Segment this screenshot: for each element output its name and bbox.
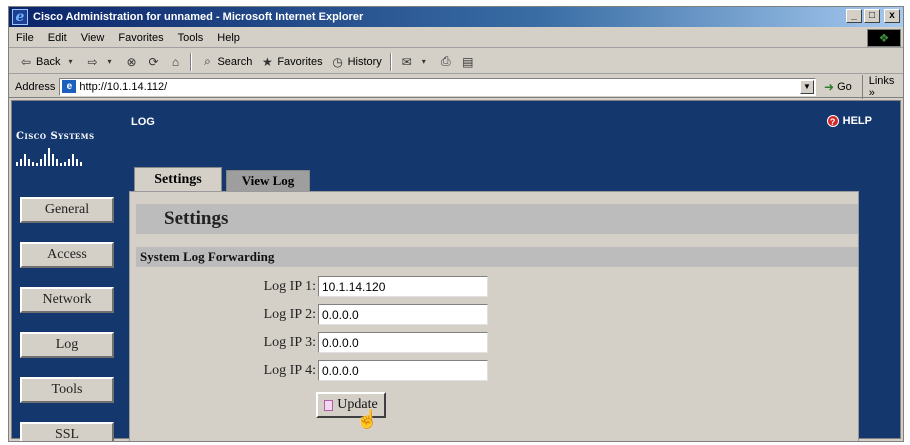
- menu-view[interactable]: View: [74, 32, 112, 44]
- back-arrow-icon: ⇦: [20, 54, 32, 69]
- forward-arrow-icon: ⇨: [87, 54, 98, 69]
- refresh-button[interactable]: ⟳: [142, 55, 164, 69]
- maximize-button[interactable]: □: [864, 9, 880, 23]
- toolbar-separator: [190, 52, 193, 71]
- settings-panel: Settings System Log Forwarding Log IP 1:…: [129, 191, 859, 441]
- menu-bar: File Edit View Favorites Tools Help ❖: [9, 28, 903, 48]
- close-button[interactable]: x: [884, 9, 900, 23]
- refresh-icon: ⟳: [148, 54, 159, 69]
- print-icon: ⎙: [441, 54, 451, 68]
- go-label: Go: [837, 80, 852, 93]
- forward-button[interactable]: ⇨ ▾: [81, 55, 120, 69]
- nav-tools[interactable]: Tools: [20, 377, 114, 403]
- log-ip-1-input[interactable]: [318, 276, 488, 297]
- cisco-logo-text: Cisco Systems: [16, 131, 95, 142]
- search-icon: ⌕: [204, 54, 211, 68]
- home-button[interactable]: ⌂: [164, 55, 186, 69]
- favorites-label: Favorites: [277, 55, 323, 68]
- address-bar: Address e http://10.1.14.112/ ▼ ➜ Go Lin…: [9, 74, 903, 99]
- log-ip-4-input[interactable]: [318, 360, 488, 381]
- help-link[interactable]: ? HELP: [826, 115, 872, 127]
- tab-settings[interactable]: Settings: [134, 167, 222, 191]
- nav-ssl[interactable]: SSL: [20, 422, 114, 441]
- stop-button[interactable]: ⊗: [120, 55, 142, 69]
- help-icon: ?: [826, 115, 839, 127]
- address-input[interactable]: e http://10.1.14.112/ ▼: [59, 77, 816, 96]
- history-label: History: [347, 55, 382, 68]
- windows-logo-throbber: ❖: [867, 29, 901, 47]
- log-ip-1-row: Log IP 1:: [130, 276, 488, 297]
- nav-network[interactable]: Network: [20, 287, 114, 313]
- favorites-icon: ★: [261, 54, 273, 69]
- standard-toolbar: ⇦ Back ▾ ⇨ ▾ ⊗ ⟳ ⌂ ⌕ Search ★ Favorites …: [9, 50, 903, 74]
- address-label: Address: [15, 80, 56, 93]
- hand-cursor-icon: ☝: [356, 409, 379, 429]
- links-button[interactable]: Links »: [861, 74, 903, 99]
- log-ip-3-row: Log IP 3:: [130, 332, 488, 353]
- edit-button[interactable]: ▤: [457, 55, 479, 69]
- go-button[interactable]: ➜ Go: [824, 80, 852, 94]
- log-ip-2-input[interactable]: [318, 304, 488, 325]
- panel-heading: Settings: [136, 204, 858, 234]
- log-ip-3-label: Log IP 3:: [263, 334, 316, 350]
- window-title: Cisco Administration for unnamed - Micro…: [33, 11, 364, 23]
- dropdown-arrow-icon: ▾: [107, 57, 112, 66]
- nav-access[interactable]: Access: [20, 242, 114, 268]
- dropdown-arrow-icon: ▾: [68, 57, 73, 66]
- log-ip-3-input[interactable]: [318, 332, 488, 353]
- windows-flag-icon: ❖: [878, 31, 890, 45]
- address-dropdown-button[interactable]: ▼: [800, 79, 814, 94]
- menu-help[interactable]: Help: [210, 32, 247, 44]
- log-ip-1-label: Log IP 1:: [263, 278, 316, 294]
- minimize-button[interactable]: _: [846, 9, 862, 23]
- cisco-logo: Cisco Systems: [16, 131, 106, 166]
- address-url: http://10.1.14.112/: [79, 80, 168, 93]
- dropdown-arrow-icon: ▾: [421, 57, 426, 66]
- update-icon: [324, 399, 334, 411]
- search-label: Search: [217, 55, 253, 68]
- window-controls: _ □ x: [846, 9, 900, 23]
- back-label: Back: [36, 55, 61, 68]
- toolbar-separator: [389, 52, 392, 71]
- stop-icon: ⊗: [126, 54, 137, 69]
- title-bar[interactable]: e Cisco Administration for unnamed - Mic…: [9, 7, 903, 27]
- log-ip-4-label: Log IP 4:: [263, 362, 316, 378]
- log-ip-2-row: Log IP 2:: [130, 304, 488, 325]
- favorites-button[interactable]: ★ Favorites: [256, 55, 326, 69]
- browser-window: e Cisco Administration for unnamed - Mic…: [8, 6, 904, 442]
- mail-icon: ✉: [401, 54, 412, 69]
- back-button[interactable]: ⇦ Back ▾: [15, 55, 81, 69]
- edit-icon: ▤: [462, 54, 474, 69]
- cisco-bridge-icon: [16, 146, 106, 166]
- print-button[interactable]: ⎙: [435, 54, 457, 69]
- page-content: Cisco Systems General Access Network Log…: [11, 100, 901, 441]
- page-section-label: LOG: [131, 116, 155, 128]
- menu-favorites[interactable]: Favorites: [111, 32, 170, 44]
- history-icon: ◷: [332, 54, 343, 69]
- home-icon: ⌂: [171, 54, 180, 69]
- nav-log[interactable]: Log: [20, 332, 114, 358]
- history-button[interactable]: ◷ History: [327, 55, 386, 69]
- menu-tools[interactable]: Tools: [171, 32, 211, 44]
- internet-explorer-icon: e: [12, 9, 28, 25]
- go-arrow-icon: ➜: [824, 79, 835, 94]
- page-icon: e: [62, 80, 77, 93]
- menu-edit[interactable]: Edit: [41, 32, 74, 44]
- log-ip-2-label: Log IP 2:: [263, 306, 316, 322]
- nav-general[interactable]: General: [20, 197, 114, 223]
- section-title: System Log Forwarding: [136, 247, 858, 267]
- mail-button[interactable]: ✉ ▾: [396, 55, 435, 69]
- search-button[interactable]: ⌕ Search: [196, 54, 256, 69]
- tab-view-log[interactable]: View Log: [226, 170, 310, 191]
- help-label: HELP: [842, 115, 872, 127]
- menu-file[interactable]: File: [9, 32, 41, 44]
- log-ip-4-row: Log IP 4:: [130, 360, 488, 381]
